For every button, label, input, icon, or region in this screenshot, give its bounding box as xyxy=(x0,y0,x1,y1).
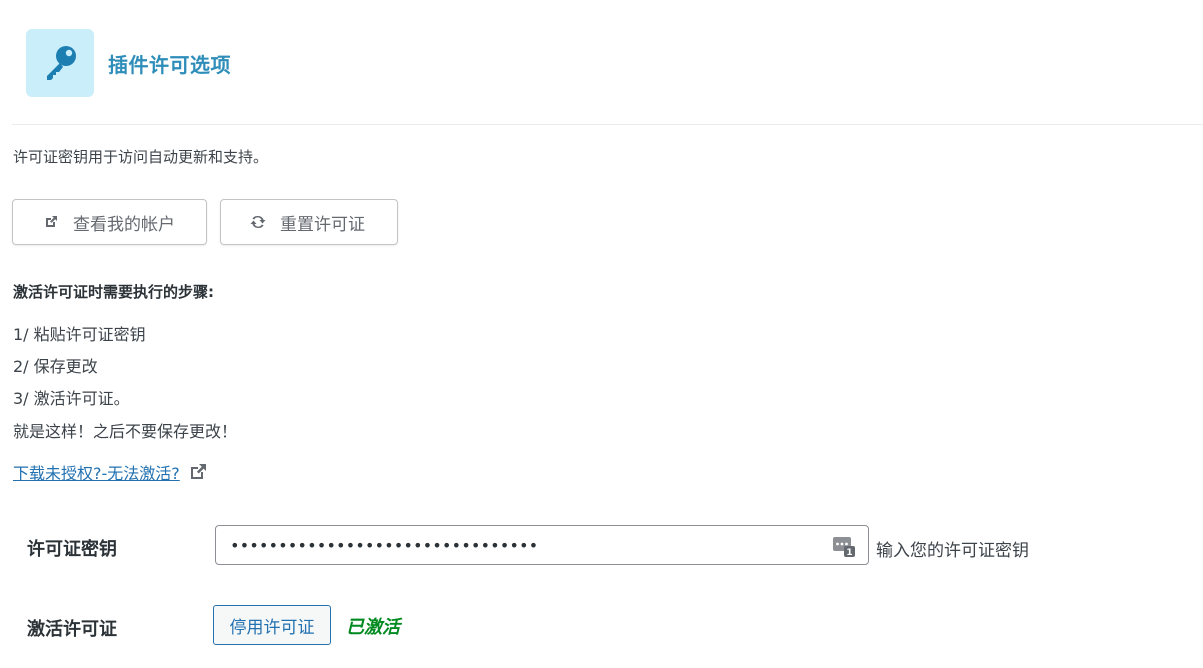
step-item: 2/ 保存更改 xyxy=(13,357,98,376)
license-key-label: 许可证密钥 xyxy=(27,539,117,560)
password-manager-icon[interactable]: 1 xyxy=(832,534,856,558)
refresh-icon xyxy=(248,212,268,232)
deactivate-license-button[interactable]: 停用许可证 xyxy=(213,605,331,645)
status-badge: 已激活 xyxy=(346,617,400,638)
license-key-field-wrapper: 1 xyxy=(215,525,869,565)
svg-text:1: 1 xyxy=(846,548,852,558)
help-link-row: 下载未授权?-无法激活? xyxy=(13,460,208,484)
external-link-icon xyxy=(41,212,61,232)
reset-license-button[interactable]: 重置许可证 xyxy=(220,199,398,245)
header-divider xyxy=(12,124,1203,125)
step-item: 3/ 激活许可证。 xyxy=(13,389,130,408)
unlicensed-help-link[interactable]: 下载未授权?-无法激活? xyxy=(13,460,180,484)
external-link-icon[interactable] xyxy=(188,462,208,482)
step-item: 就是这样！之后不要保存更改！ xyxy=(13,422,238,441)
page-title: 插件许可选项 xyxy=(108,52,231,77)
reset-license-label: 重置许可证 xyxy=(280,214,365,235)
activate-license-label: 激活许可证 xyxy=(27,619,117,640)
steps-heading: 激活许可证时需要执行的步骤: xyxy=(13,283,214,301)
header: 插件许可选项 xyxy=(26,29,231,97)
intro-text: 许可证密钥用于访问自动更新和支持。 xyxy=(13,148,269,166)
license-key-hint: 输入您的许可证密钥 xyxy=(876,541,1029,561)
view-account-label: 查看我的帐户 xyxy=(73,214,175,235)
view-account-button[interactable]: 查看我的帐户 xyxy=(12,199,207,245)
key-icon xyxy=(26,29,94,97)
license-key-input[interactable] xyxy=(228,534,822,556)
step-item: 1/ 粘贴许可证密钥 xyxy=(13,325,146,344)
